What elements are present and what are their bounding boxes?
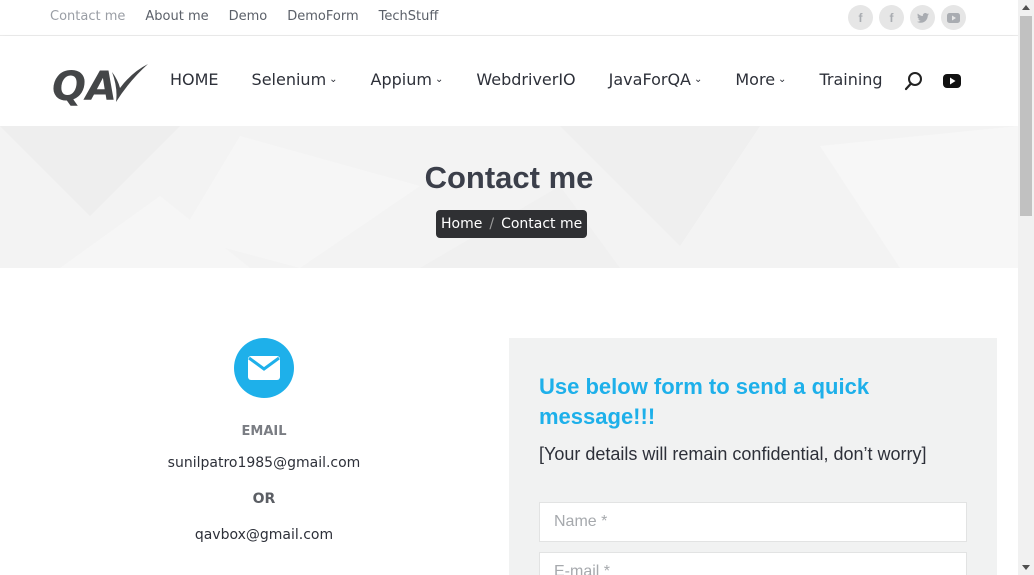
page-title: Contact me: [424, 160, 594, 195]
email-label: EMAIL: [241, 424, 287, 439]
scrollbar-thumb[interactable]: [1020, 16, 1032, 216]
nav-item-javaforqa[interactable]: JavaForQA ⌄: [609, 70, 703, 89]
social-links: f f: [848, 5, 966, 30]
nav-label: Training: [819, 70, 883, 89]
nav-label: Appium: [370, 70, 432, 89]
site-logo[interactable]: QA: [52, 58, 150, 110]
scroll-down-arrow-icon[interactable]: [1018, 560, 1034, 574]
nav-item-selenium[interactable]: Selenium ⌄: [252, 70, 338, 89]
nav-item-training[interactable]: Training: [819, 70, 882, 89]
chevron-down-icon: ⌄: [329, 74, 338, 85]
breadcrumb-home[interactable]: Home: [441, 216, 482, 232]
search-icon[interactable]: [904, 71, 924, 91]
top-link-about-me[interactable]: About me: [145, 9, 208, 24]
svg-text:QA: QA: [52, 64, 117, 106]
scroll-up-arrow-icon[interactable]: [1018, 0, 1034, 14]
nav-menu: HOME Selenium ⌄ Appium ⌄ WebdriverIO JavaF…: [170, 70, 916, 89]
email-field[interactable]: E-mail *: [539, 552, 967, 575]
form-subtitle: [Your details will remain confidential, …: [539, 444, 927, 464]
facebook-icon[interactable]: f: [879, 5, 904, 30]
youtube-icon[interactable]: [941, 5, 966, 30]
nav-item-webdriverio[interactable]: WebdriverIO: [476, 70, 575, 89]
top-bar: Contact me About me Demo DemoForm TechSt…: [0, 0, 1018, 36]
top-link-techstuff[interactable]: TechStuff: [379, 9, 439, 24]
or-separator: OR: [252, 491, 276, 507]
breadcrumb-current: Contact me: [501, 216, 583, 232]
youtube-icon[interactable]: [942, 73, 962, 89]
email-address-primary[interactable]: sunilpatro1985@gmail.com: [0, 455, 528, 471]
nav-item-home[interactable]: HOME: [170, 70, 219, 89]
breadcrumb: Home / Contact me: [436, 210, 588, 238]
contact-form: Use below form to send a quick message!!…: [509, 338, 997, 575]
main-nav: QA HOME Selenium ⌄ Appium ⌄ WebdriverIO Ja…: [0, 36, 1018, 126]
page-header: Contact me Home / Contact me: [0, 126, 1018, 268]
top-link-demoform[interactable]: DemoForm: [287, 9, 358, 24]
email-address-secondary[interactable]: qavbox@gmail.com: [0, 527, 528, 543]
nav-item-appium[interactable]: Appium ⌄: [371, 70, 444, 89]
chevron-down-icon: ⌄: [778, 74, 787, 85]
top-link-demo[interactable]: Demo: [229, 9, 268, 24]
name-field[interactable]: Name *: [539, 502, 967, 542]
nav-label: Selenium: [251, 70, 327, 89]
email-icon: [234, 338, 294, 398]
breadcrumb-separator: /: [489, 216, 495, 232]
nav-label: HOME: [170, 70, 219, 89]
facebook-icon[interactable]: f: [848, 5, 873, 30]
nav-label: More: [735, 70, 776, 89]
nav-label: WebdriverIO: [476, 70, 576, 89]
top-links: Contact me About me Demo DemoForm TechSt…: [50, 9, 458, 24]
header-background-pattern: [0, 126, 1018, 268]
chevron-down-icon: ⌄: [693, 74, 703, 85]
form-title: Use below form to send a quick message!!…: [539, 374, 870, 429]
nav-item-more[interactable]: More ⌄: [735, 70, 786, 89]
twitter-icon[interactable]: [910, 5, 935, 30]
top-link-contact-me[interactable]: Contact me: [50, 9, 125, 24]
nav-label: JavaForQA: [608, 70, 691, 89]
chevron-down-icon: ⌄: [434, 74, 444, 85]
